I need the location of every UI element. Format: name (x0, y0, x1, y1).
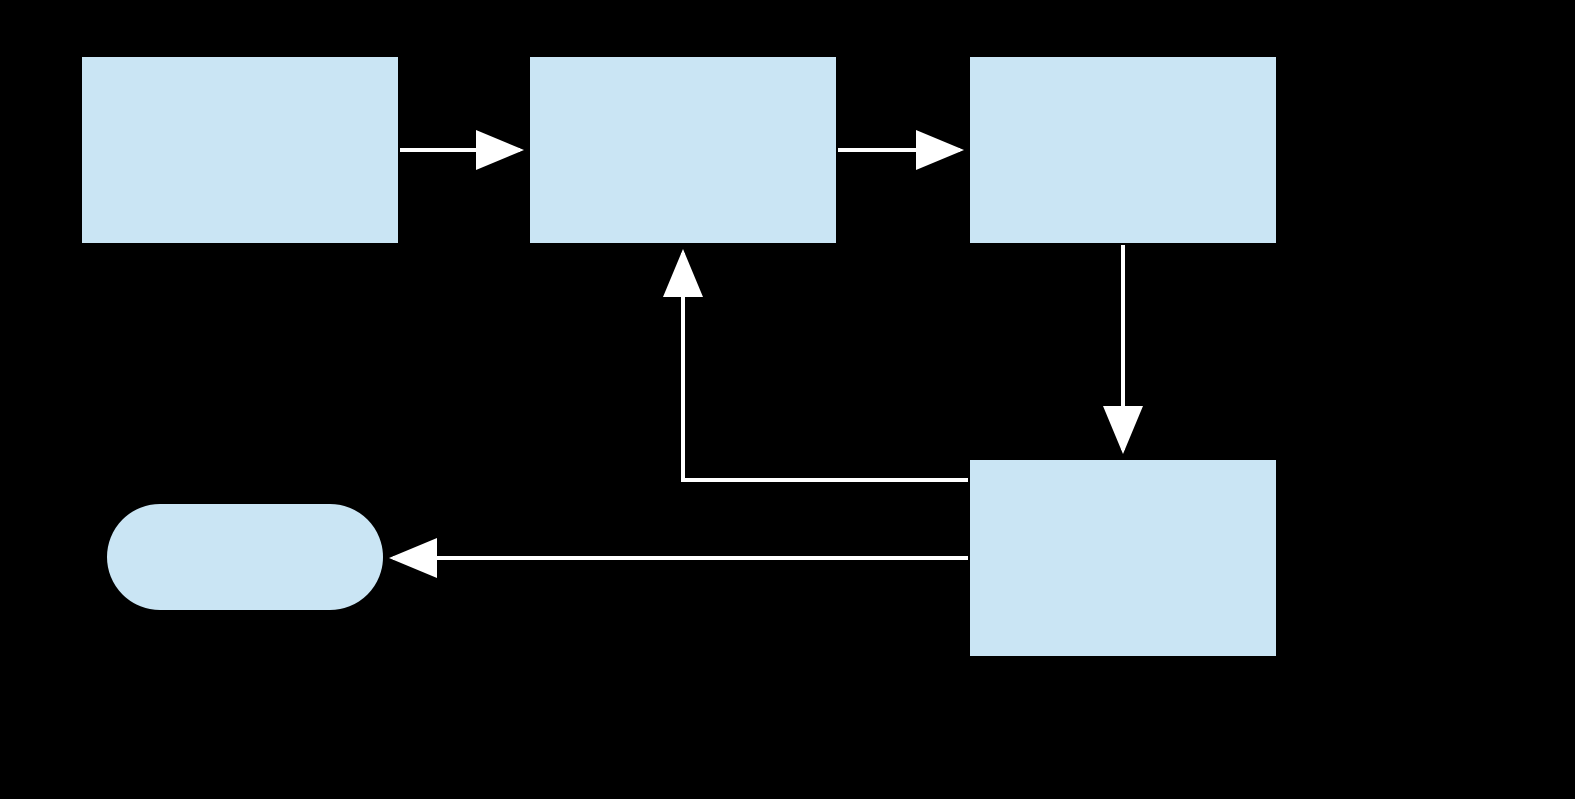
edge-label-yes (658, 523, 666, 527)
edge-label-no (737, 340, 745, 344)
node-score-item (968, 55, 1278, 245)
node-select-next-item (528, 55, 838, 245)
node-conclude-test (105, 502, 385, 612)
node-administer-item (80, 55, 400, 245)
node-stopping-rule (968, 458, 1278, 658)
arrow-stopping-to-select-no (683, 253, 968, 480)
